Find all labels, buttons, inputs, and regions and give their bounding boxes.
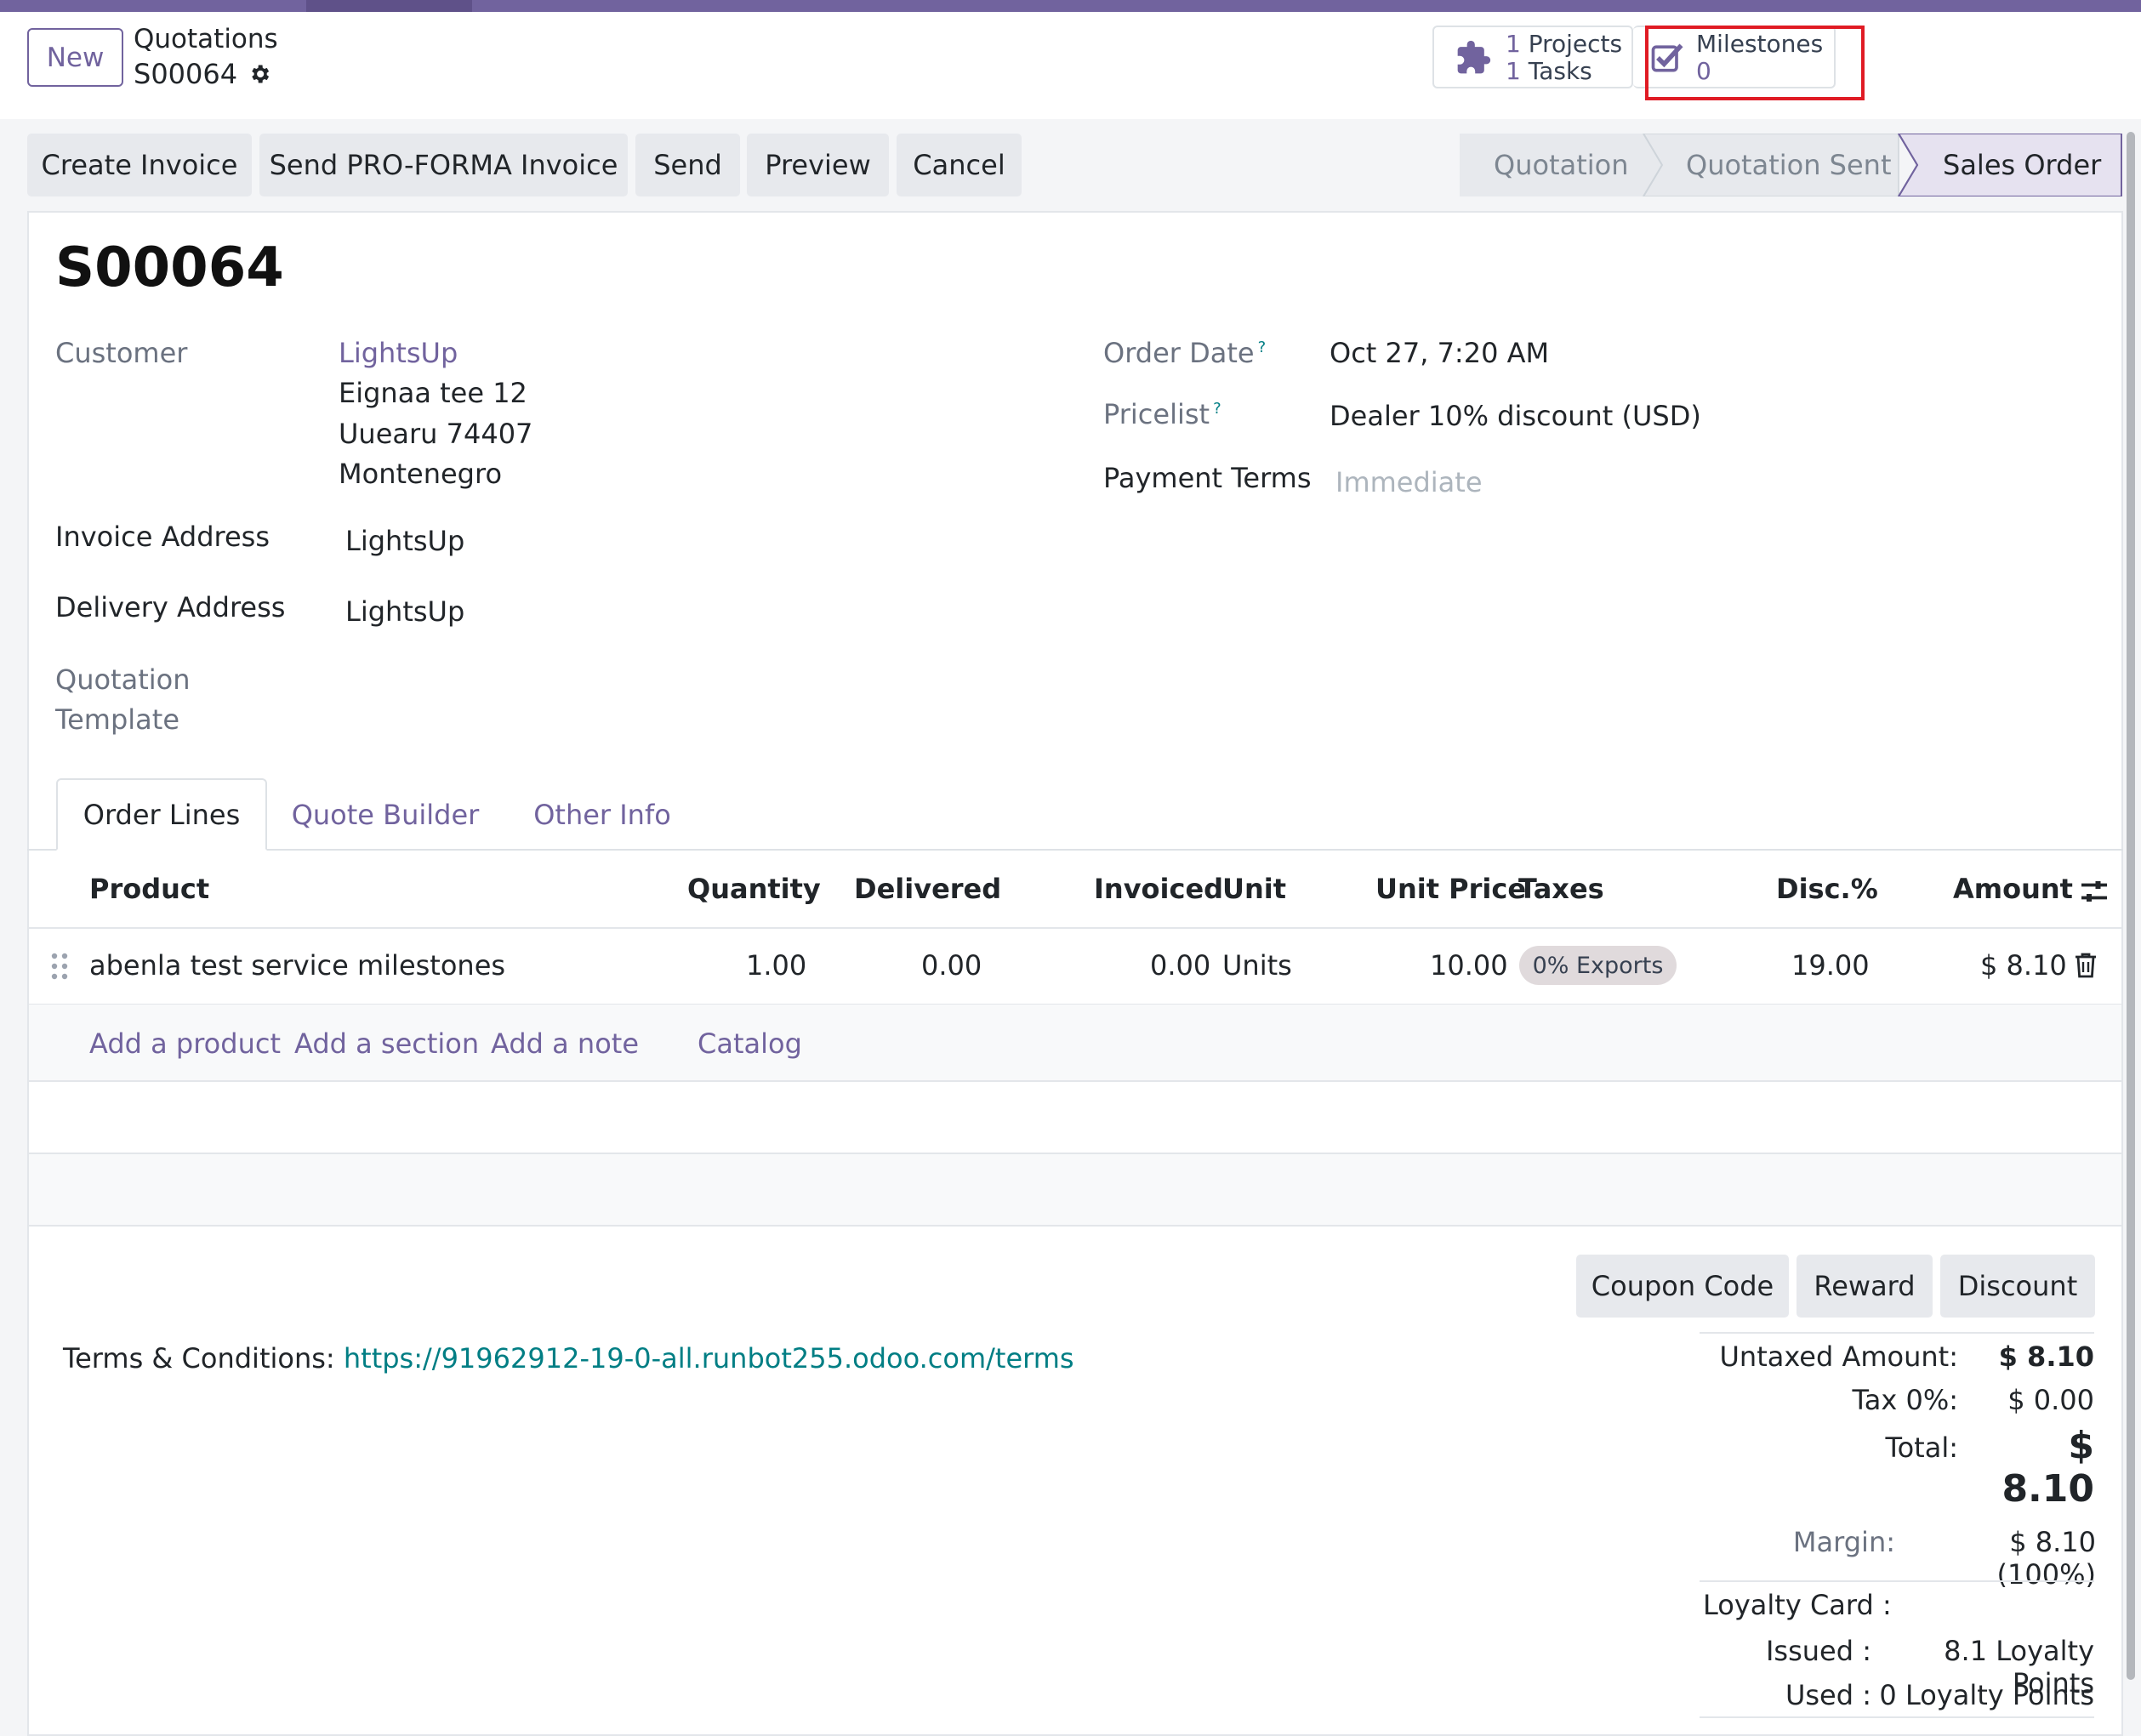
projects-tasks-smart-button[interactable]: 1 Projects 1 Tasks xyxy=(1432,26,1633,88)
help-icon[interactable]: ? xyxy=(1258,339,1267,356)
highlight-box xyxy=(1645,26,1865,100)
delivery-address-field[interactable]: LightsUp xyxy=(345,595,464,628)
breadcrumb-parent[interactable]: Quotations xyxy=(134,24,278,54)
untaxed-amount-label: Untaxed Amount: xyxy=(1719,1340,1958,1373)
row-amount: $ 8.10 xyxy=(1980,949,2067,982)
delivery-address-label: Delivery Address xyxy=(55,591,286,623)
table-divider xyxy=(27,1225,2123,1227)
order-date-label: Order Date? xyxy=(1103,337,1266,369)
tax-value: $ 0.00 xyxy=(2007,1384,2094,1416)
tab-quote-builder[interactable]: Quote Builder xyxy=(281,778,490,851)
discount-button[interactable]: Discount xyxy=(1940,1255,2095,1318)
margin-label: Margin: xyxy=(1792,1526,1895,1558)
pricelist-field[interactable]: Dealer 10% discount (USD) xyxy=(1330,400,1701,432)
row-unit[interactable]: Units xyxy=(1222,949,1292,982)
empty-row xyxy=(29,1154,2121,1225)
used-label: Used : xyxy=(1785,1679,1871,1711)
scrollbar[interactable] xyxy=(2127,132,2135,1680)
payment-terms-label: Payment Terms xyxy=(1103,462,1312,494)
issued-label: Issued : xyxy=(1765,1635,1871,1667)
column-header-product[interactable]: Product xyxy=(89,873,209,905)
breadcrumb-current: S00064 xyxy=(134,58,271,90)
send-button[interactable]: Send xyxy=(635,134,740,196)
total-label: Total: xyxy=(1885,1431,1958,1464)
row-unit-price[interactable]: 10.00 xyxy=(1430,949,1508,982)
optional-columns-toggle-icon[interactable] xyxy=(2079,876,2110,910)
used-value: 0 Loyalty Points xyxy=(1879,1679,2094,1711)
breadcrumb-current-label: S00064 xyxy=(134,58,238,90)
quotation-template-label: Template xyxy=(55,703,180,736)
pricelist-label: Pricelist? xyxy=(1103,398,1221,430)
invoice-address-field[interactable]: LightsUp xyxy=(345,525,464,557)
pricelist-label-text: Pricelist xyxy=(1103,398,1210,430)
customer-address-line: Eignaa tee 12 xyxy=(339,377,527,409)
terms-label: Terms & Conditions: xyxy=(63,1342,335,1375)
status-sales-order[interactable]: Sales Order xyxy=(1943,149,2101,181)
puzzle-icon xyxy=(1455,39,1492,80)
row-invoiced: 0.00 xyxy=(1150,949,1211,982)
column-header-unit[interactable]: Unit xyxy=(1222,873,1286,905)
loyalty-card-label: Loyalty Card : xyxy=(1703,1589,1892,1621)
preview-button[interactable]: Preview xyxy=(747,134,889,196)
add-product-link[interactable]: Add a product xyxy=(89,1027,281,1060)
terms-conditions: Terms & Conditions: https://91962912-19-… xyxy=(63,1342,1074,1375)
create-invoice-button[interactable]: Create Invoice xyxy=(27,134,252,196)
send-proforma-invoice-button[interactable]: Send PRO-FORMA Invoice xyxy=(259,134,628,196)
page-title: S00064 xyxy=(55,236,284,299)
order-date-field[interactable]: Oct 27, 7:20 AM xyxy=(1330,337,1549,369)
drag-handle-icon[interactable] xyxy=(49,951,70,985)
status-quotation[interactable]: Quotation xyxy=(1494,149,1629,181)
invoice-address-label: Invoice Address xyxy=(55,521,270,553)
trash-icon[interactable] xyxy=(2074,952,2098,982)
column-header-quantity[interactable]: Quantity xyxy=(687,873,821,905)
tax-badge[interactable]: 0% Exports xyxy=(1519,946,1677,985)
column-header-invoiced[interactable]: Invoiced xyxy=(1094,873,1223,905)
projects-count: 1 xyxy=(1506,30,1521,58)
customer-name-link[interactable]: LightsUp xyxy=(339,337,458,369)
row-discount[interactable]: 19.00 xyxy=(1791,949,1870,982)
loyalty-divider xyxy=(1700,1716,2094,1718)
total-value: $ 8.10 xyxy=(2001,1424,2094,1511)
table-divider xyxy=(27,1080,2123,1082)
coupon-code-button[interactable]: Coupon Code xyxy=(1576,1255,1789,1318)
tax-label: Tax 0%: xyxy=(1852,1384,1958,1416)
status-quotation-sent[interactable]: Quotation Sent xyxy=(1686,149,1892,181)
add-note-link[interactable]: Add a note xyxy=(491,1027,639,1060)
column-header-taxes[interactable]: Taxes xyxy=(1518,873,1604,905)
reward-button[interactable]: Reward xyxy=(1797,1255,1933,1318)
untaxed-amount-value: $ 8.10 xyxy=(1998,1340,2094,1373)
totals-divider xyxy=(1700,1332,2094,1334)
cancel-button[interactable]: Cancel xyxy=(897,134,1022,196)
quotation-template-field[interactable] xyxy=(339,672,1036,714)
row-quantity[interactable]: 1.00 xyxy=(746,949,806,982)
customer-address-line: Montenegro xyxy=(339,458,503,490)
order-date-label-text: Order Date xyxy=(1103,337,1255,369)
catalog-link[interactable]: Catalog xyxy=(698,1027,802,1060)
tab-order-lines[interactable]: Order Lines xyxy=(56,778,267,851)
loyalty-divider xyxy=(1700,1580,2094,1582)
gear-icon[interactable] xyxy=(248,62,271,86)
new-button[interactable]: New xyxy=(27,28,123,87)
help-icon[interactable]: ? xyxy=(1213,400,1221,418)
quotation-template-label: Quotation xyxy=(55,663,191,696)
top-navbar xyxy=(0,0,2141,12)
payment-terms-field[interactable]: Immediate xyxy=(1335,466,1483,498)
terms-link[interactable]: https://91962912-19-0-all.runbot255.odoo… xyxy=(344,1342,1074,1375)
customer-address-line: Uuearu 74407 xyxy=(339,418,533,450)
row-delivered[interactable]: 0.00 xyxy=(921,949,982,982)
tasks-label: Tasks xyxy=(1528,57,1592,85)
row-product[interactable]: abenla test service milestones xyxy=(89,949,505,982)
column-header-delivered[interactable]: Delivered xyxy=(854,873,1001,905)
column-header-unit-price[interactable]: Unit Price xyxy=(1375,873,1526,905)
tasks-count: 1 xyxy=(1506,57,1521,85)
projects-label: Projects xyxy=(1528,30,1623,58)
column-header-amount[interactable]: Amount xyxy=(1953,873,2073,905)
statusbar: Quotation Quotation Sent Sales Order xyxy=(1460,134,2123,196)
add-section-link[interactable]: Add a section xyxy=(294,1027,479,1060)
tab-other-info[interactable]: Other Info xyxy=(521,778,684,851)
customer-label: Customer xyxy=(55,337,188,369)
column-header-discount[interactable]: Disc.% xyxy=(1776,873,1878,905)
